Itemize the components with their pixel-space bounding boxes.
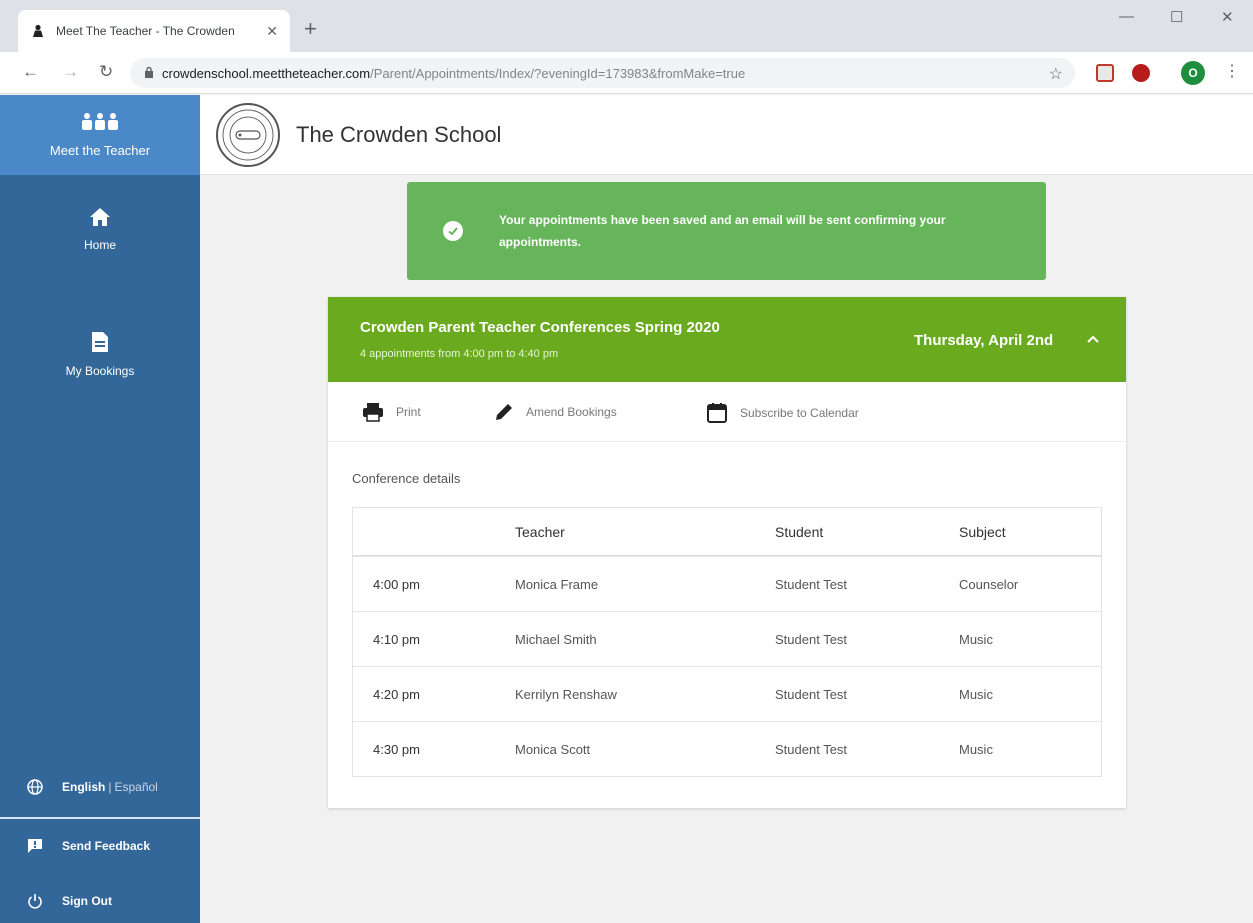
language-espanol[interactable]: Español — [114, 780, 157, 794]
globe-icon — [26, 778, 44, 796]
appointment-student: Student Test — [775, 631, 848, 647]
table-header-row: Teacher Student Subject — [353, 508, 1101, 556]
brand-label: Meet the Teacher — [49, 143, 151, 158]
column-header-subject: Subject — [959, 523, 1006, 540]
person-favicon-icon — [30, 23, 46, 39]
appointment-subject: Counselor — [959, 576, 1019, 592]
profile-avatar[interactable]: O — [1181, 61, 1205, 85]
sign-out-button[interactable]: Sign Out — [0, 891, 200, 911]
column-header-teacher: Teacher — [515, 523, 565, 540]
address-bar[interactable]: crowdenschool.meettheteacher.com /Parent… — [130, 58, 1075, 88]
close-window-icon[interactable]: ✕ — [1221, 8, 1234, 26]
minimize-icon[interactable]: — — [1119, 8, 1134, 25]
check-circle-icon — [443, 221, 463, 241]
column-header-student: Student — [775, 523, 824, 540]
bookmark-star-icon[interactable]: ☆ — [1049, 64, 1063, 84]
browser-tab[interactable]: Meet The Teacher - The Crowden ✕ — [18, 10, 290, 52]
language-english[interactable]: English — [62, 780, 105, 794]
feedback-icon — [26, 837, 44, 855]
appointment-teacher: Kerrilyn Renshaw — [515, 686, 617, 702]
tab-title: Meet The Teacher - The Crowden — [56, 24, 235, 38]
print-button[interactable]: Print — [362, 402, 421, 422]
calendar-icon — [706, 402, 728, 424]
table-row: 4:10 pm Michael Smith Student Test Music — [353, 611, 1101, 666]
app-header: The Crowden School — [200, 95, 1253, 175]
sidebar-item-home[interactable]: Home — [0, 207, 200, 252]
language-switcher[interactable]: English | Español — [0, 777, 200, 797]
close-tab-icon[interactable]: ✕ — [266, 23, 278, 40]
browser-menu-icon[interactable]: ⋮ — [1224, 63, 1240, 81]
send-feedback-button[interactable]: Send Feedback — [0, 836, 200, 856]
language-separator: | — [108, 780, 112, 794]
sidebar: Meet the Teacher Home My Bookings Englis… — [0, 95, 200, 923]
appointments-table: Teacher Student Subject 4:00 pm Monica F… — [352, 507, 1102, 777]
url-host: crowdenschool.meettheteacher.com — [162, 65, 371, 81]
sign-out-label: Sign Out — [62, 894, 112, 908]
conference-details-label: Conference details — [352, 471, 461, 486]
people-group-icon — [80, 112, 120, 137]
home-icon — [89, 207, 111, 232]
appointment-time: 4:30 pm — [373, 741, 420, 757]
appointment-time: 4:10 pm — [373, 631, 420, 647]
sidebar-divider — [0, 817, 200, 819]
sidebar-item-label: Home — [83, 238, 116, 252]
browser-toolbar: ← → ↻ crowdenschool.meettheteacher.com /… — [0, 52, 1253, 94]
success-alert: Your appointments have been saved and an… — [407, 182, 1046, 280]
lock-icon — [144, 66, 154, 81]
table-row: 4:00 pm Monica Frame Student Test Counse… — [353, 556, 1101, 611]
subscribe-calendar-label: Subscribe to Calendar — [740, 406, 859, 420]
extension-badge-icon[interactable] — [1132, 64, 1150, 82]
document-icon — [91, 331, 109, 358]
print-label: Print — [396, 405, 421, 419]
url-path: /Parent/Appointments/Index/?eveningId=17… — [370, 65, 746, 81]
appointment-teacher: Monica Frame — [515, 576, 599, 592]
appointment-time: 4:00 pm — [373, 576, 420, 592]
school-seal-logo — [216, 102, 280, 167]
appointment-time: 4:20 pm — [373, 686, 420, 702]
back-icon[interactable]: ← — [22, 62, 39, 82]
pencil-icon — [494, 402, 514, 422]
appointment-subject: Music — [959, 631, 993, 647]
appointment-student: Student Test — [775, 576, 848, 592]
forward-icon[interactable]: → — [62, 62, 79, 82]
appointment-student: Student Test — [775, 741, 848, 757]
brand-logo[interactable]: Meet the Teacher — [0, 95, 200, 175]
new-tab-icon[interactable]: + — [304, 18, 317, 40]
table-row: 4:20 pm Kerrilyn Renshaw Student Test Mu… — [353, 666, 1101, 721]
appointment-student: Student Test — [775, 686, 848, 702]
extension-icon[interactable] — [1096, 64, 1114, 82]
appointment-subject: Music — [959, 741, 993, 757]
maximize-icon[interactable]: ☐ — [1170, 8, 1183, 26]
browser-tabstrip: Meet The Teacher - The Crowden ✕ + — ☐ ✕ — [0, 0, 1253, 52]
appointment-teacher: Michael Smith — [515, 631, 597, 647]
appointment-subject: Music — [959, 686, 993, 702]
appointment-teacher: Monica Scott — [515, 741, 591, 757]
event-header[interactable]: Crowden Parent Teacher Conferences Sprin… — [328, 297, 1126, 382]
subscribe-calendar-button[interactable]: Subscribe to Calendar — [706, 402, 859, 424]
event-title: Crowden Parent Teacher Conferences Sprin… — [360, 319, 720, 336]
amend-bookings-button[interactable]: Amend Bookings — [494, 402, 617, 422]
power-icon — [26, 892, 44, 910]
printer-icon — [362, 402, 384, 422]
sidebar-item-my-bookings[interactable]: My Bookings — [0, 331, 200, 378]
appointments-card: Crowden Parent Teacher Conferences Sprin… — [328, 297, 1126, 808]
table-row: 4:30 pm Monica Scott Student Test Music — [353, 721, 1101, 776]
event-date: Thursday, April 2nd — [914, 332, 1054, 349]
chevron-up-icon[interactable] — [1086, 331, 1100, 349]
send-feedback-label: Send Feedback — [62, 839, 151, 853]
school-name: The Crowden School — [296, 121, 502, 147]
event-subtitle: 4 appointments from 4:00 pm to 4:40 pm — [360, 348, 559, 360]
reload-icon[interactable]: ↻ — [99, 62, 113, 82]
card-actions: Print Amend Bookings Subscribe to Calend… — [328, 382, 1126, 442]
amend-bookings-label: Amend Bookings — [526, 405, 617, 419]
success-message: Your appointments have been saved and an… — [499, 213, 946, 249]
sidebar-item-label: My Bookings — [65, 364, 135, 378]
